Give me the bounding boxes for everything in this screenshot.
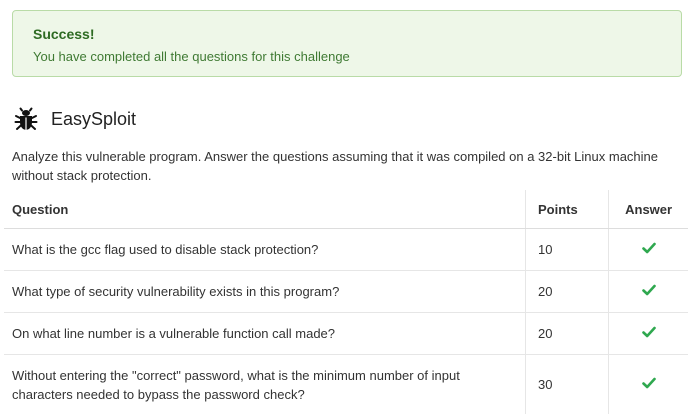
alert-title: Success! <box>33 26 95 42</box>
header-points: Points <box>524 190 609 229</box>
check-icon <box>641 375 656 389</box>
answer-cell <box>608 228 688 271</box>
points-cell: 10 <box>524 228 609 271</box>
points-cell: 20 <box>524 270 609 313</box>
bug-icon <box>13 106 39 132</box>
challenge-title: EasySploit <box>51 109 137 129</box>
check-icon <box>641 240 656 254</box>
answer-cell <box>608 270 688 313</box>
question-cell: What type of security vulnerability exis… <box>4 270 526 313</box>
page: Success! You have completed all the ques… <box>0 0 697 420</box>
header-answer: Answer <box>608 190 688 229</box>
alert-message: You have completed all the questions for… <box>33 49 350 64</box>
table-header-row: Question Points Answer <box>4 190 688 229</box>
answer-cell <box>608 354 688 414</box>
success-alert: Success! You have completed all the ques… <box>12 10 682 77</box>
points-cell: 30 <box>524 354 609 414</box>
answer-cell <box>608 312 688 355</box>
header-question: Question <box>4 190 526 229</box>
question-cell: Without entering the "correct" password,… <box>12 367 460 402</box>
check-icon <box>641 324 656 338</box>
challenge-description: Analyze this vulnerable program. Answer … <box>12 149 659 183</box>
question-cell: On what line number is a vulnerable func… <box>4 312 526 355</box>
question-cell: What is the gcc flag used to disable sta… <box>4 228 526 271</box>
points-cell: 20 <box>524 312 609 355</box>
table-row[interactable]: On what line number is a vulnerable func… <box>4 312 688 355</box>
table-row[interactable]: Without entering the "correct" password,… <box>4 354 688 414</box>
table-row[interactable]: What is the gcc flag used to disable sta… <box>4 228 688 271</box>
table-row[interactable]: What type of security vulnerability exis… <box>4 270 688 313</box>
questions-table: Question Points Answer What is the gcc f… <box>4 190 688 414</box>
check-icon <box>641 282 656 296</box>
challenge-header: EasySploit <box>13 105 136 133</box>
